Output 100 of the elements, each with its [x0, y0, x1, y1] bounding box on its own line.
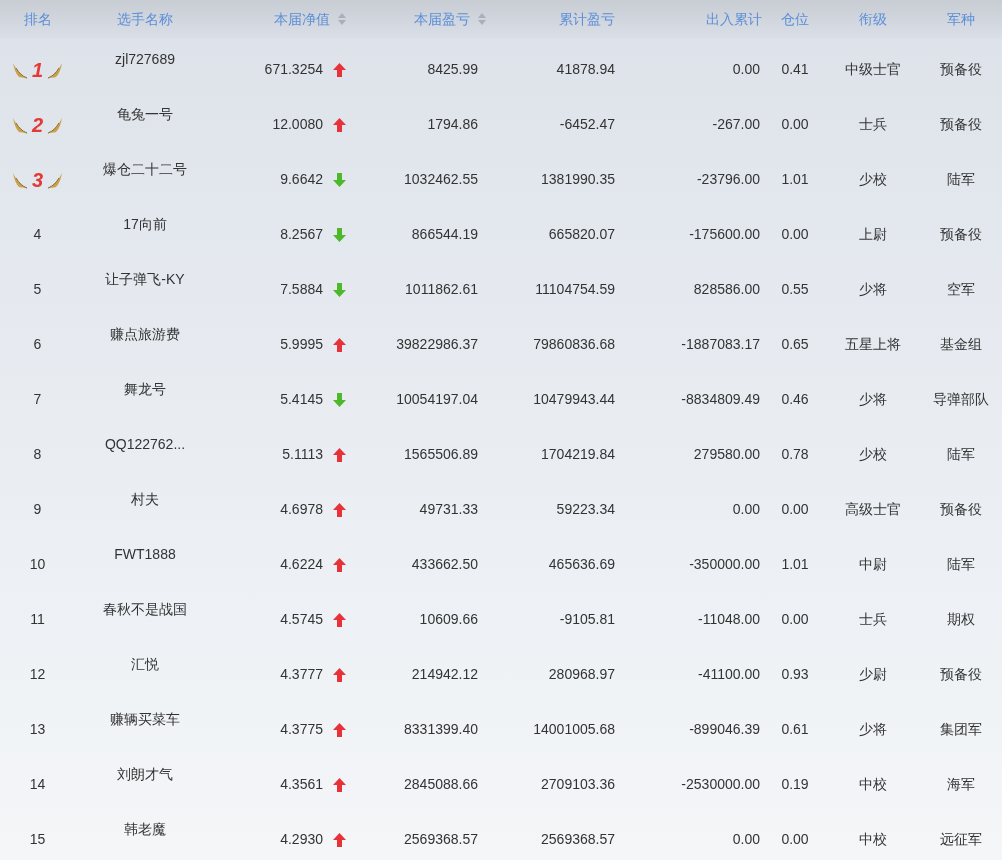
- table-cell-text: 五星上将: [844, 335, 901, 354]
- table-cell-text: 1794.86: [427, 115, 478, 134]
- rank-number: 13: [29, 720, 46, 739]
- table-cell-text: 4.3561: [280, 775, 323, 794]
- rank-number: 11: [30, 610, 45, 629]
- table-cell-text: 214942.12: [411, 665, 478, 684]
- table-cell-text: 少校: [858, 170, 887, 189]
- table-cell-text: 8331399.40: [404, 720, 478, 739]
- table-cell-text: 828586.00: [693, 280, 760, 299]
- table-cell-text: 9.6642: [280, 170, 323, 189]
- table-cell-text: 5.1113: [282, 445, 323, 464]
- table-cell-text: 少将: [858, 390, 887, 409]
- rank-number: 2: [31, 114, 44, 135]
- table-cell-text: -11048.00: [698, 610, 760, 629]
- table-cell-text: 0.93: [781, 665, 809, 684]
- player-name[interactable]: 赚点旅游费: [110, 324, 180, 345]
- table-cell-text: 0.41: [781, 60, 809, 79]
- table-cell-text: 465636.69: [548, 555, 615, 574]
- player-name[interactable]: 刘朗才气: [117, 764, 173, 785]
- table-cell-text: 海军: [947, 775, 975, 794]
- rank-number: 8: [33, 445, 42, 464]
- rank-number: 12: [29, 665, 46, 684]
- table-cell-text: 2569368.57: [541, 830, 615, 849]
- table-cell-text: 0.00: [781, 225, 809, 244]
- table-cell-text: -1887083.17: [681, 335, 760, 354]
- table-cell-text: -175600.00: [689, 225, 760, 244]
- table-cell-text: 0.00: [732, 60, 760, 79]
- table-cell-text: -267.00: [712, 115, 760, 134]
- rank-number: 3: [31, 169, 44, 190]
- rank-number: 6: [33, 335, 42, 354]
- table-cell-text: 预备役: [940, 225, 982, 244]
- player-name[interactable]: 赚辆买菜车: [110, 709, 180, 730]
- table-cell-text: 2845088.66: [404, 775, 478, 794]
- rank-number: 1: [31, 59, 44, 80]
- table-cell-text: 280968.97: [548, 665, 615, 684]
- player-name[interactable]: 韩老魔: [124, 819, 166, 840]
- table-cell-text: 1.01: [781, 170, 809, 189]
- table-cell-text: 中校: [858, 775, 887, 794]
- rank-number: 4: [33, 225, 42, 244]
- table-cell-text: 0.00: [781, 115, 809, 134]
- player-name[interactable]: 爆仓二十二号: [103, 159, 187, 180]
- table-cell-text: 1704219.84: [541, 445, 615, 464]
- rank-number: 9: [33, 500, 42, 519]
- table-cell-text: 79860836.68: [533, 335, 615, 354]
- table-cell-text: 0.55: [781, 280, 809, 299]
- table-cell-text: 0.46: [781, 390, 809, 409]
- player-name[interactable]: 17向前: [123, 214, 167, 235]
- table-cell-text: 279580.00: [693, 445, 760, 464]
- player-name[interactable]: FWT1888: [114, 544, 176, 565]
- table-cell-text: 远征军: [940, 830, 982, 849]
- table-cell-text: 433662.50: [411, 555, 478, 574]
- table-cell-text: 高级士官: [844, 500, 901, 519]
- player-name[interactable]: 龟兔一号: [117, 104, 173, 125]
- table-cell-text: 少校: [858, 445, 887, 464]
- table-cell-text: 4.3777: [280, 665, 323, 684]
- table-cell-text: 期权: [947, 610, 975, 629]
- table-cell-text: 10609.66: [419, 610, 478, 629]
- table-cell-text: 866544.19: [411, 225, 478, 244]
- table-cell-text: 中级士官: [844, 60, 901, 79]
- table-cell-text: 2569368.57: [404, 830, 478, 849]
- table-cell-text: 1565506.89: [404, 445, 478, 464]
- table-cell-text: 0.65: [781, 335, 809, 354]
- table-cell-text: 少尉: [858, 665, 887, 684]
- player-name[interactable]: 舞龙号: [124, 379, 166, 400]
- player-name[interactable]: 汇悦: [131, 654, 159, 675]
- table-cell-text: 0.61: [781, 720, 809, 739]
- table-cell-text: 0.00: [781, 500, 809, 519]
- table-cell-text: 7.5884: [280, 280, 323, 299]
- table-cell-text: 0.00: [732, 830, 760, 849]
- table-cell-text: 10479943.44: [533, 390, 615, 409]
- table-cell-text: 预备役: [940, 60, 982, 79]
- table-cell-text: 5.4145: [280, 390, 323, 409]
- sort-icon: [338, 13, 346, 25]
- table-cell-text: 空军: [947, 280, 975, 299]
- table-cell-text: 4.3775: [280, 720, 323, 739]
- player-name[interactable]: 村夫: [131, 489, 159, 510]
- table-cell-text: 1.01: [781, 555, 809, 574]
- table-cell-text: -2530000.00: [681, 775, 760, 794]
- player-name[interactable]: 让子弹飞-KY: [105, 269, 185, 290]
- table-cell-text: 中尉: [858, 555, 887, 574]
- table-cell-text: 49731.33: [419, 500, 478, 519]
- table-cell-text: 陆军: [947, 445, 975, 464]
- table-cell-text: 上尉: [858, 225, 887, 244]
- table-cell-text: 14001005.68: [533, 720, 615, 739]
- table-cell-text: 671.3254: [264, 60, 323, 79]
- table-cell-text: 0.19: [781, 775, 809, 794]
- table-cell-text: 11104754.59: [535, 280, 615, 299]
- player-name[interactable]: 春秋不是战国: [103, 599, 187, 620]
- table-cell-text: -41100.00: [698, 665, 760, 684]
- table-cell-text: 59223.34: [556, 500, 615, 519]
- player-name[interactable]: QQ122762...: [104, 434, 186, 455]
- table-cell-text: 39822986.37: [396, 335, 478, 354]
- table-cell-text: 4.6978: [280, 500, 323, 519]
- table-cell-text: 基金组: [940, 335, 982, 354]
- player-name[interactable]: zjl727689: [115, 49, 175, 70]
- rank-number: 14: [29, 775, 46, 794]
- table-cell-text: 1381990.35: [541, 170, 615, 189]
- table-cell-text: -8834809.49: [681, 390, 760, 409]
- table-cell-text: 1032462.55: [404, 170, 478, 189]
- table-cell-text: 1011862.61: [405, 280, 478, 299]
